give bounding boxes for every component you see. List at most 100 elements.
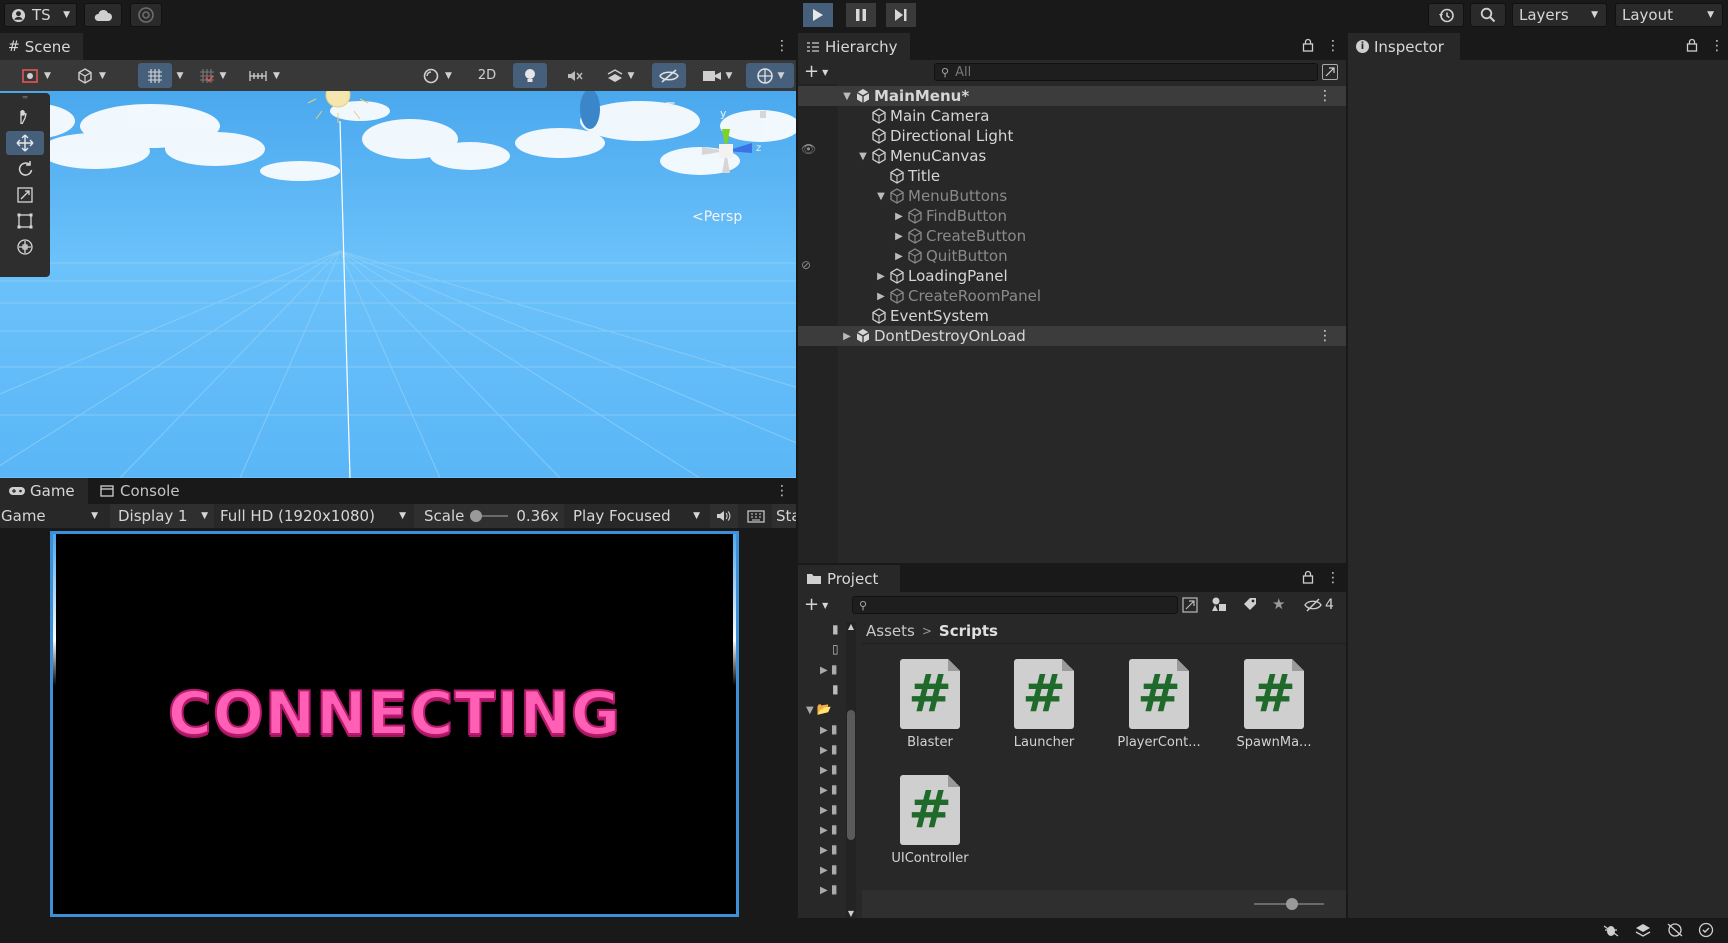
search-window-button[interactable] (1182, 597, 1200, 613)
hierarchy-item-menubuttons[interactable]: ▼ MenuButtons (798, 186, 1346, 206)
hierarchy-item-menucanvas[interactable]: ▼ MenuCanvas (798, 146, 1346, 166)
game-viewport[interactable]: CONNECTING (50, 531, 739, 917)
lighting-toggle-button[interactable] (513, 63, 547, 88)
filter-by-label-button[interactable] (1242, 596, 1264, 614)
tab-inspector[interactable]: i Inspector (1348, 33, 1460, 60)
folder-tree-row[interactable]: ▶ ▮ (820, 862, 837, 876)
folder-tree-row[interactable]: ▶ ▮ (820, 822, 837, 836)
resolution-dropdown[interactable]: Full HD (1920x1080) ▼ (214, 504, 412, 528)
kebab-menu-icon[interactable]: ⋮ (1326, 39, 1340, 53)
history-button[interactable] (1428, 3, 1464, 27)
kebab-menu-icon[interactable]: ⋮ (775, 484, 789, 498)
scale-slider[interactable] (470, 510, 509, 522)
tab-project[interactable]: Project (798, 565, 900, 592)
folder-tree-row[interactable]: ▶ ▮ (820, 762, 837, 776)
stats-button[interactable]: Sta (772, 504, 796, 528)
favorites-button[interactable]: ★ (1272, 595, 1294, 613)
tab-scene[interactable]: # Scene (0, 33, 83, 60)
tab-hierarchy[interactable]: Hierarchy (798, 33, 910, 60)
cloud-button[interactable] (84, 3, 122, 27)
hierarchy-item-main-camera[interactable]: Main Camera (798, 106, 1346, 126)
scale-tool-button[interactable] (6, 183, 44, 207)
expand-arrow-icon[interactable]: ▼ (840, 91, 854, 102)
account-dropdown[interactable]: TS ▼ (4, 3, 77, 27)
gizmos-button[interactable]: ▼ (746, 63, 794, 88)
folder-tree-row[interactable]: ▶ ▮ (820, 782, 837, 796)
folder-tree-row[interactable]: ▶ ▮ (820, 842, 837, 856)
icon-size-slider[interactable] (1254, 898, 1324, 910)
view-gizmo[interactable]: ═ y z <Persp (666, 97, 780, 225)
2d-toggle-button[interactable]: 2D (470, 63, 504, 88)
kebab-menu-icon[interactable]: ⋮ (1318, 328, 1332, 344)
hierarchy-item-createbutton[interactable]: ▶ CreateButton (798, 226, 1346, 246)
hierarchy-item-loadingpanel[interactable]: ▶ LoadingPanel (798, 266, 1346, 286)
draw-mode-button[interactable]: ▼ (12, 63, 60, 88)
create-dropdown[interactable]: + ▼ (804, 62, 840, 82)
scale-slider-thumb[interactable] (470, 510, 483, 522)
hierarchy-item-directional-light[interactable]: Directional Light (798, 126, 1346, 146)
expand-arrow-icon[interactable]: ▶ (892, 211, 906, 222)
step-button[interactable] (886, 3, 916, 27)
folder-tree-row[interactable]: ▶ ▮ (820, 662, 837, 676)
hierarchy-search[interactable]: ⚲ All (934, 63, 1318, 81)
rotate-tool-button[interactable] (6, 157, 44, 181)
layers-dropdown[interactable]: Layers ▼ (1512, 3, 1607, 27)
lock-icon[interactable] (1686, 38, 1698, 56)
render-mode-button[interactable]: ▼ (66, 63, 116, 88)
effects-button[interactable]: ▼ (596, 63, 644, 88)
search-by-type-button[interactable] (1322, 64, 1338, 80)
shading-button[interactable]: ▼ (414, 63, 460, 88)
folder-tree-row[interactable]: ▶ ▮ (820, 802, 837, 816)
hand-tool-button[interactable] (6, 105, 44, 129)
check-status-icon[interactable] (1698, 922, 1714, 942)
overlay-drag-handle[interactable]: ═ (0, 93, 50, 105)
rect-tool-button[interactable] (6, 209, 44, 233)
expand-arrow-icon[interactable]: ▶ (874, 291, 888, 302)
hidden-objects-toggle[interactable] (652, 63, 686, 88)
hierarchy-item-createroompanel[interactable]: ▶ CreateRoomPanel (798, 286, 1346, 306)
lock-icon[interactable] (1302, 570, 1314, 588)
folder-tree-row[interactable]: ▼ 📂 (806, 702, 832, 716)
persp-toggle[interactable]: <Persp (692, 209, 742, 225)
expand-arrow-icon[interactable]: ▼ (856, 151, 870, 162)
expand-arrow-icon[interactable]: ▶ (892, 251, 906, 262)
asset-item[interactable]: # Launcher (994, 659, 1094, 750)
shortcuts-button[interactable] (742, 504, 770, 528)
expand-arrow-icon[interactable]: ▶ (892, 231, 906, 242)
debug-icon[interactable] (1602, 922, 1620, 942)
project-search[interactable]: ⚲ (852, 596, 1178, 614)
layout-dropdown[interactable]: Layout ▼ (1615, 3, 1723, 27)
scrollbar-thumb[interactable] (847, 710, 855, 840)
filter-by-type-button[interactable] (1210, 596, 1232, 614)
asset-item[interactable]: # SpawnMa... (1224, 659, 1324, 750)
hierarchy-item-quitbutton[interactable]: ▶ QuitButton (798, 246, 1346, 266)
breadcrumb-scripts[interactable]: Scripts (939, 622, 998, 640)
audio-toggle-button[interactable] (558, 63, 592, 88)
folder-tree-scrollbar[interactable]: ▲ ▼ (846, 622, 856, 918)
asset-item[interactable]: # PlayerCont... (1109, 659, 1209, 750)
asset-item[interactable]: # UIController (880, 775, 980, 866)
hierarchy-item-findbutton[interactable]: ▶ FindButton (798, 206, 1346, 226)
kebab-menu-icon[interactable]: ⋮ (1318, 88, 1332, 104)
tab-game[interactable]: Game (0, 478, 88, 504)
kebab-menu-icon[interactable]: ⋮ (775, 39, 789, 53)
kebab-menu-icon[interactable]: ⋮ (1326, 571, 1340, 585)
folder-tree-row[interactable]: ▶ ▮ (820, 882, 837, 896)
overlay-menu-icon[interactable]: ═ (666, 97, 674, 113)
ruler-button[interactable]: ▼ (240, 63, 288, 88)
network-icon[interactable] (1666, 922, 1684, 942)
folder-tree-row[interactable]: ▶ ▮ (820, 742, 837, 756)
scene-viewport[interactable]: ═ ═ y z <Persp (0, 91, 796, 478)
scroll-down-icon[interactable]: ▼ (846, 909, 856, 918)
move-tool-button[interactable] (6, 131, 44, 155)
expand-arrow-icon[interactable]: ▶ (840, 331, 854, 342)
folder-tree-row[interactable]: ▮ (832, 682, 839, 696)
asset-item[interactable]: # Blaster (880, 659, 980, 750)
view-select-dropdown[interactable]: Game ▼ (0, 504, 106, 528)
collab-button[interactable] (130, 3, 162, 27)
expand-arrow-icon[interactable]: ▼ (874, 191, 888, 202)
hierarchy-item-dontdestroyonload[interactable]: ▶ DontDestroyOnLoad ⋮ (798, 326, 1346, 346)
folder-tree-row[interactable]: ▶ ▮ (820, 722, 837, 736)
increment-snap-button[interactable]: ▼ (192, 63, 232, 88)
expand-arrow-icon[interactable]: ▶ (874, 271, 888, 282)
